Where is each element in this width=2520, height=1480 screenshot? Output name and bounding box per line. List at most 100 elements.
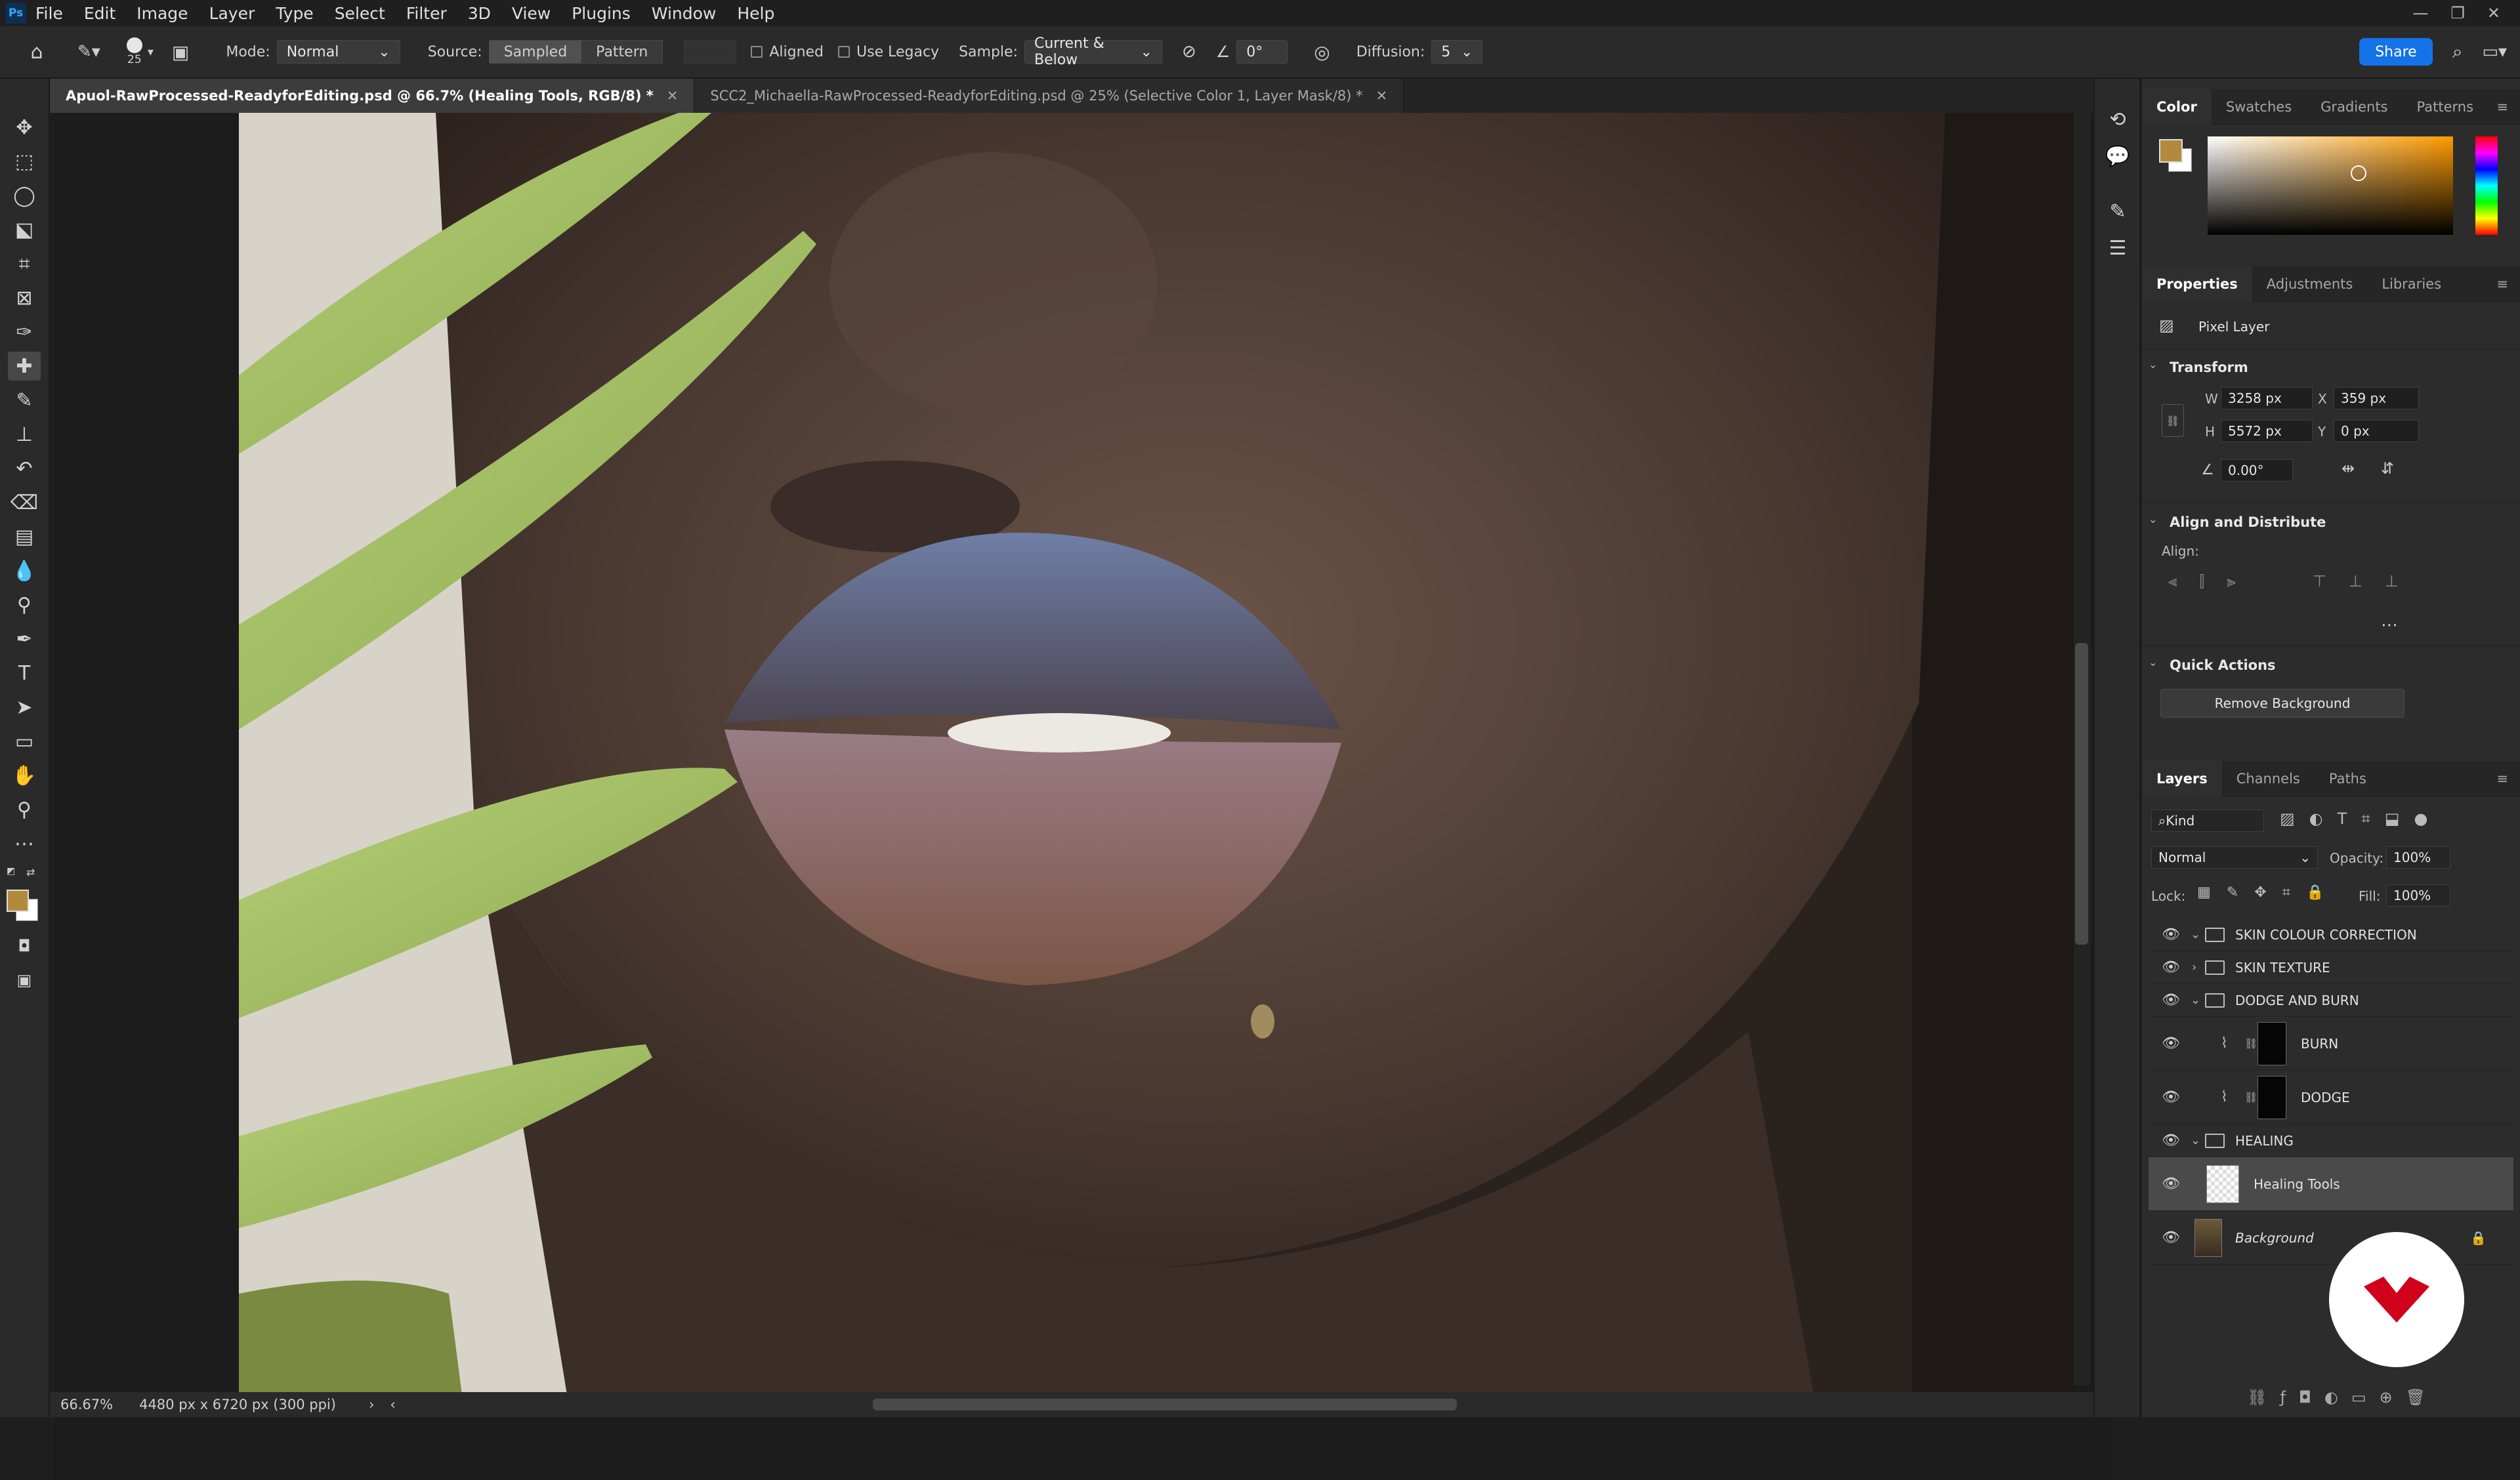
menu-layer[interactable]: Layer xyxy=(209,4,255,23)
layer-dodge[interactable]: 👁 ⌇ ⛓ DODGE xyxy=(2149,1071,2513,1124)
eye-icon[interactable]: 👁 xyxy=(2162,1132,2180,1149)
fill-field[interactable]: 100% xyxy=(2386,884,2450,907)
tab-swatches[interactable]: Swatches xyxy=(2212,89,2306,125)
eraser-tool-icon[interactable]: ⌫ xyxy=(8,488,41,517)
layer-thumbnail[interactable] xyxy=(2206,1165,2239,1203)
layer-background[interactable]: 👁 Background 🔒 xyxy=(2149,1211,2513,1265)
layer-action-buttons[interactable]: ⛓ƒ◘◐▭⊕🗑 xyxy=(2247,1388,2439,1407)
foreground-color-swatch[interactable] xyxy=(7,890,29,912)
foreground-color-chip[interactable] xyxy=(2159,139,2183,163)
chevron-down-icon[interactable]: ⌄ xyxy=(2191,1134,2200,1147)
history-brush-tool-icon[interactable]: ↶ xyxy=(8,454,41,483)
doc-tab-michaella[interactable]: SCC2_Michaella-RawProcessed-ReadyforEdit… xyxy=(694,79,1404,113)
move-tool-icon[interactable]: ✥ xyxy=(8,113,41,142)
layer-filter-icons[interactable]: ▨◐T⌗⬓● xyxy=(2280,810,2442,828)
horizontal-scroll-thumb[interactable] xyxy=(873,1399,1457,1410)
pressure-size-icon[interactable]: ◎ xyxy=(1314,41,1330,63)
gradient-tool-icon[interactable]: ▤ xyxy=(8,522,41,551)
default-colors-icon[interactable]: ◩ xyxy=(7,866,17,876)
source-pattern-button[interactable]: Pattern xyxy=(581,44,662,60)
menu-edit[interactable]: Edit xyxy=(84,4,116,23)
menu-select[interactable]: Select xyxy=(335,4,385,23)
close-icon[interactable]: ✕ xyxy=(1376,88,1388,104)
brush-tool-icon[interactable]: ✎ xyxy=(8,386,41,415)
layer-dodge-and-burn[interactable]: 👁 ⌄ DODGE AND BURN xyxy=(2149,984,2513,1017)
path-select-tool-icon[interactable]: ➤ xyxy=(8,693,41,722)
close-window-icon[interactable]: ✕ xyxy=(2487,4,2500,22)
sample-dropdown[interactable]: Current & Below ⌄ xyxy=(1024,35,1162,68)
zoom-level[interactable]: 66.67% xyxy=(60,1397,113,1412)
quick-mask-icon[interactable]: ◘ xyxy=(8,932,41,960)
remove-background-button[interactable]: Remove Background xyxy=(2160,689,2404,718)
tab-libraries[interactable]: Libraries xyxy=(2367,266,2456,302)
chevron-down-icon[interactable]: ⌄ xyxy=(2191,928,2200,941)
layer-burn[interactable]: 👁 ⌇ ⛓ BURN xyxy=(2149,1017,2513,1071)
vertical-scroll-thumb[interactable] xyxy=(2075,643,2088,945)
aligned-checkbox[interactable]: Aligned xyxy=(751,44,824,60)
dodge-tool-icon[interactable]: ⚲ xyxy=(8,590,41,619)
angle-field[interactable]: 0.00° xyxy=(2221,459,2293,482)
chevron-left-icon[interactable]: ‹ xyxy=(390,1397,395,1412)
blend-mode-dropdown[interactable]: Normal ⌄ xyxy=(2151,846,2318,869)
menu-help[interactable]: Help xyxy=(737,4,774,23)
marquee-tool-icon[interactable]: ⬚ xyxy=(8,147,41,176)
blur-tool-icon[interactable]: 💧 xyxy=(8,556,41,585)
link-dimensions-icon[interactable]: ⛓ xyxy=(2162,404,2184,437)
close-icon[interactable]: ✕ xyxy=(667,88,679,104)
menu-type[interactable]: Type xyxy=(276,4,313,23)
clone-stamp-tool-icon[interactable]: ⊥ xyxy=(8,420,41,449)
tab-color[interactable]: Color xyxy=(2142,89,2212,125)
object-select-tool-icon[interactable]: ⬕ xyxy=(8,215,41,244)
tab-adjustments[interactable]: Adjustments xyxy=(2252,266,2368,302)
tab-gradients[interactable]: Gradients xyxy=(2306,89,2402,125)
menu-view[interactable]: View xyxy=(512,4,551,23)
pattern-picker[interactable] xyxy=(684,40,737,64)
diffusion-field[interactable]: 5 ⌄ xyxy=(1431,40,1483,64)
healing-brush-preset-icon[interactable]: ✎▾ xyxy=(77,42,100,62)
crop-tool-icon[interactable]: ⌗ xyxy=(8,249,41,278)
chevron-down-icon[interactable]: ⌄ xyxy=(2149,656,2157,668)
more-options-icon[interactable]: ⋯ xyxy=(2381,615,2398,635)
eye-icon[interactable]: 👁 xyxy=(2162,926,2180,943)
link-icon[interactable]: ⛓ xyxy=(2244,1037,2258,1050)
chevron-right-icon[interactable]: › xyxy=(2192,960,2196,974)
comments-panel-icon[interactable]: 💬 xyxy=(2101,142,2134,171)
eye-icon[interactable]: 👁 xyxy=(2162,959,2180,976)
layer-skin-texture[interactable]: 👁 › SKIN TEXTURE xyxy=(2149,951,2513,984)
document-image[interactable] xyxy=(239,113,2076,1395)
healing-brush-tool-icon[interactable]: ✚ xyxy=(8,352,41,380)
layer-healing-tools[interactable]: 👁 Healing Tools xyxy=(2149,1157,2513,1211)
chevron-right-icon[interactable]: › xyxy=(369,1397,374,1412)
doc-tab-apuol[interactable]: Apuol-RawProcessed-ReadyforEditing.psd @… xyxy=(50,79,695,113)
eye-icon[interactable]: 👁 xyxy=(2162,1176,2180,1192)
pen-tool-icon[interactable]: ✒ xyxy=(8,625,41,653)
home-icon[interactable]: ⌂ xyxy=(22,41,51,64)
flip-horizontal-icon[interactable]: ⇹ xyxy=(2342,459,2355,478)
eye-icon[interactable]: 👁 xyxy=(2162,1229,2180,1246)
opacity-field[interactable]: 100% xyxy=(2386,846,2450,869)
workspace-icon[interactable]: ▭▾ xyxy=(2482,42,2507,62)
angle-field[interactable]: 0° xyxy=(1236,40,1288,64)
width-field[interactable]: 3258 px xyxy=(2221,387,2313,409)
layer-filter-dropdown[interactable]: ⌕ Kind xyxy=(2151,810,2264,832)
adjustments-panel-icon[interactable]: ☰ xyxy=(2101,234,2134,262)
search-icon[interactable]: ⌕ xyxy=(2452,41,2463,63)
brush-settings-icon[interactable]: ✎ xyxy=(2101,197,2134,226)
source-sampled-button[interactable]: Sampled xyxy=(489,41,582,63)
layer-thumbnail[interactable] xyxy=(2194,1219,2222,1257)
menu-3d[interactable]: 3D xyxy=(468,4,491,23)
link-icon[interactable]: ⛓ xyxy=(2244,1091,2258,1103)
canvas-area[interactable] xyxy=(54,113,2113,1480)
chevron-down-icon[interactable]: ⌄ xyxy=(2149,358,2157,371)
screen-mode-icon[interactable]: ▣ xyxy=(8,966,41,995)
menu-window[interactable]: Window xyxy=(652,4,717,23)
menu-file[interactable]: File xyxy=(35,4,63,23)
lasso-tool-icon[interactable]: ◯ xyxy=(8,181,41,210)
y-field[interactable]: 0 px xyxy=(2334,420,2419,442)
share-button[interactable]: Share xyxy=(2359,38,2433,66)
height-field[interactable]: 5572 px xyxy=(2221,420,2313,442)
frame-tool-icon[interactable]: ⊠ xyxy=(8,283,41,312)
clone-source-panel-icon[interactable]: ▣ xyxy=(172,41,189,63)
layer-mask-thumbnail[interactable] xyxy=(2258,1022,2286,1065)
menu-filter[interactable]: Filter xyxy=(406,4,447,23)
